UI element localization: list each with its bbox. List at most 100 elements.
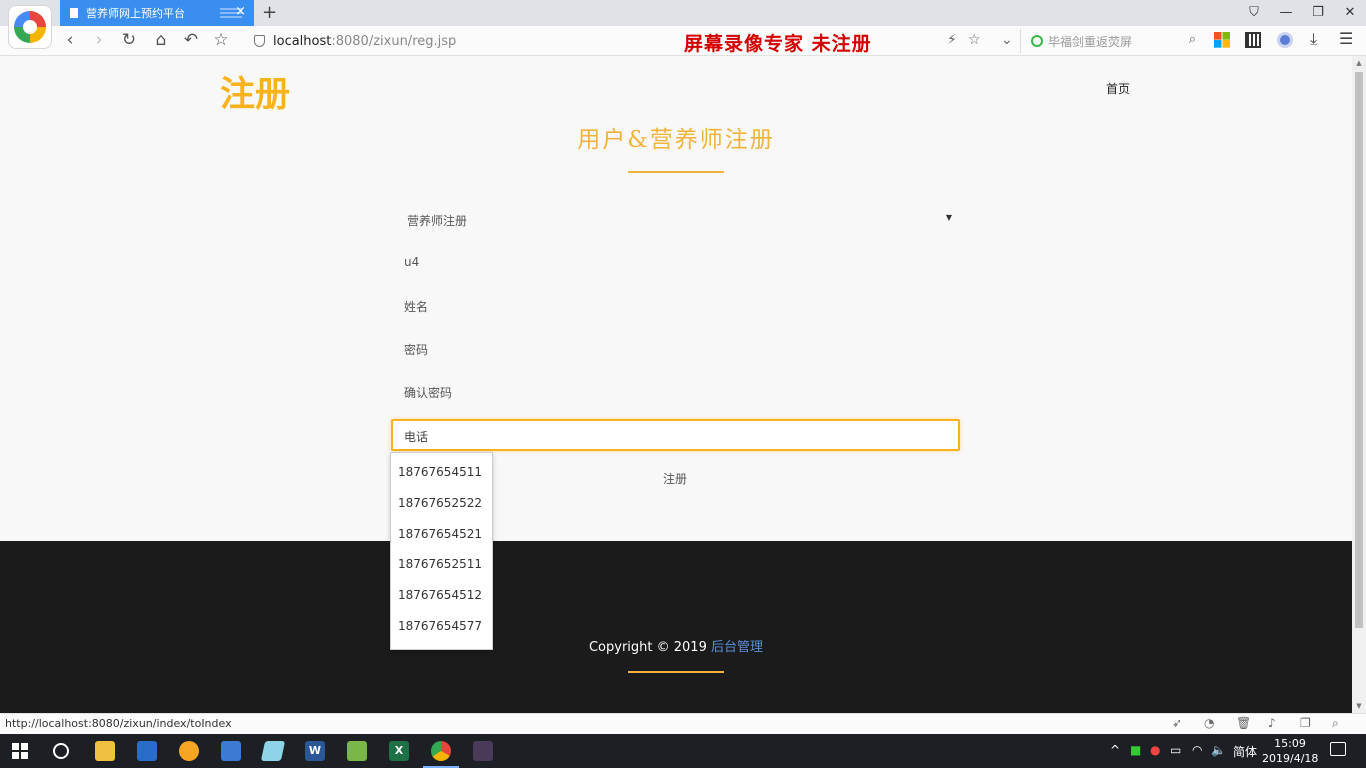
bookmark-star-icon[interactable]: ☆	[207, 30, 235, 50]
notification-icon[interactable]	[1330, 742, 1346, 756]
browser-taskbar-icon[interactable]	[423, 741, 459, 768]
name-placeholder: 姓名	[404, 300, 429, 314]
register-heading: 用户&营养师注册	[577, 127, 775, 153]
address-bar: ‹ › ↻ ⌂ ↶ ☆ localhost:8080/zixun/reg.jsp…	[0, 26, 1366, 56]
security-guard-icon[interactable]	[1277, 32, 1293, 48]
back-icon[interactable]: ‹	[56, 30, 84, 50]
username-field[interactable]: u4	[391, 247, 960, 279]
status-bar: http://localhost:8080/zixun/index/toInde…	[0, 713, 1366, 734]
search-engine-icon	[1031, 35, 1043, 47]
tray-recorder-icon[interactable]: ●	[1150, 743, 1160, 757]
tray-app-icon[interactable]: ■	[1130, 743, 1141, 757]
autocomplete-option[interactable]: 18767654512	[391, 580, 492, 611]
close-tab-icon[interactable]: ×	[235, 4, 246, 19]
copyright-text: Copyright © 2019 后台管理	[0, 636, 1352, 655]
window-icon[interactable]: ❐	[1300, 716, 1311, 730]
chevron-down-icon[interactable]: ⌄	[1001, 32, 1013, 48]
new-tab-icon[interactable]: +	[262, 2, 277, 23]
confirm-password-field[interactable]: 确认密码	[391, 376, 960, 408]
ime-indicator[interactable]: 简体	[1233, 743, 1257, 760]
autocomplete-option[interactable]: 18767654577	[391, 611, 492, 642]
phone-autocomplete-list: 18767654511 18767652522 18767654521 1876765…	[390, 452, 493, 650]
page-scrollbar[interactable]: ▲ ▼	[1352, 56, 1366, 713]
favorite-star-icon[interactable]: ☆	[968, 32, 981, 48]
security-shield-icon	[254, 35, 265, 47]
autocomplete-option[interactable]: 18767654521	[391, 519, 492, 550]
minimize-icon[interactable]: —	[1270, 0, 1302, 26]
scroll-up-icon[interactable]: ▲	[1355, 59, 1363, 67]
autocomplete-option[interactable]: 18767652522	[391, 488, 492, 519]
paw-app-icon[interactable]	[179, 741, 199, 761]
download-icon[interactable]: ⤓	[1310, 29, 1317, 49]
autocomplete-option[interactable]: 18767654511	[391, 457, 492, 488]
forward-icon[interactable]: ›	[85, 30, 113, 50]
recorder-watermark: 屏幕录像专家 未注册	[684, 33, 872, 55]
url-field[interactable]: localhost:8080/zixun/reg.jsp	[273, 34, 456, 49]
menu-icon[interactable]: ☰	[1339, 29, 1353, 48]
role-select[interactable]: 营养师注册 ▼	[391, 204, 960, 236]
close-window-icon[interactable]: ✕	[1334, 0, 1366, 26]
home-icon[interactable]: ⌂	[147, 30, 175, 50]
copyright-label: Copyright © 2019	[588, 640, 711, 655]
battery-icon[interactable]: ▭	[1170, 743, 1181, 757]
restore-icon[interactable]: ❐	[1302, 0, 1334, 26]
dropdown-caret-icon: ▼	[945, 213, 952, 222]
search-placeholder: 毕福剑重返荧屏	[1048, 35, 1133, 49]
tray-expand-icon[interactable]: ^	[1110, 743, 1120, 757]
status-url: http://localhost:8080/zixun/index/toInde…	[5, 717, 232, 730]
scroll-down-icon[interactable]: ▼	[1355, 702, 1363, 710]
excel-icon[interactable]: X	[389, 741, 409, 761]
lightning-icon[interactable]: ⚡	[947, 32, 957, 48]
volume-muted-icon[interactable]: 🔈	[1211, 743, 1226, 757]
search-box[interactable]: 毕福剑重返荧屏 ⌕	[1020, 29, 1200, 53]
password-field[interactable]: 密码	[391, 333, 960, 365]
phone-field[interactable]: 电话	[391, 419, 960, 451]
document-icon	[70, 8, 78, 18]
url-path: :8080/zixun/reg.jsp	[331, 34, 457, 49]
file-explorer-icon[interactable]	[95, 741, 115, 761]
scrollbar-thumb[interactable]	[1355, 72, 1363, 628]
home-link[interactable]: 首页	[1106, 80, 1130, 97]
qr-code-icon[interactable]	[1245, 32, 1261, 48]
screen-recorder-icon[interactable]	[473, 741, 493, 761]
start-icon[interactable]	[12, 743, 28, 759]
skin-icon[interactable]: ⛉	[1238, 0, 1270, 26]
site-title[interactable]: 注册	[220, 66, 290, 117]
clock-time: 15:09	[1274, 737, 1306, 750]
window-controls: ⛉ — ❐ ✕	[1238, 0, 1366, 26]
footer: Copyright © 2019 后台管理	[0, 541, 1352, 713]
speed-icon[interactable]: ◔	[1204, 716, 1214, 730]
tab-active[interactable]: 营养师网上预约平台 ×	[60, 0, 254, 26]
heading-divider	[628, 171, 724, 173]
trash-icon[interactable]: 🗑	[1236, 716, 1251, 730]
reload-icon[interactable]: ↻	[115, 30, 143, 50]
sound-icon[interactable]: ♪	[1268, 716, 1276, 730]
browser-logo[interactable]	[8, 5, 52, 49]
word-icon[interactable]: W	[305, 741, 325, 761]
phone-placeholder: 电话	[404, 430, 429, 444]
undo-icon[interactable]: ↶	[177, 30, 205, 50]
autocomplete-option[interactable]: 18767652511	[391, 549, 492, 580]
page-viewport: 注册 首页 用户&营养师注册 营养师注册 ▼ u4 姓名 密码 确认密码 电话 …	[0, 56, 1352, 713]
wifi-icon[interactable]: ◠	[1192, 743, 1202, 757]
register-button[interactable]: 注册	[600, 466, 750, 492]
eclipse-icon[interactable]	[137, 741, 157, 761]
windows-apps-icon[interactable]	[1214, 32, 1230, 48]
url-host: localhost	[273, 34, 332, 49]
app-grid-icon[interactable]	[221, 741, 241, 761]
role-select-value: 营养师注册	[407, 214, 468, 228]
name-field[interactable]: 姓名	[391, 290, 960, 322]
image-viewer-icon[interactable]	[347, 741, 367, 761]
notes-app-icon[interactable]	[260, 741, 286, 761]
admin-link[interactable]: 后台管理	[711, 640, 763, 655]
password-placeholder: 密码	[404, 343, 429, 357]
footer-divider	[628, 671, 724, 673]
browser-tab-bar: 营养师网上预约平台 × + ⛉ — ❐ ✕	[0, 0, 1366, 26]
confirm-password-placeholder: 确认密码	[404, 386, 453, 400]
rocket-icon[interactable]: ➶	[1172, 716, 1182, 730]
clock[interactable]: 15:09 2019/4/18	[1262, 736, 1318, 766]
cortana-icon[interactable]	[53, 743, 69, 759]
browser-logo-icon	[14, 11, 46, 43]
zoom-icon[interactable]: ⌕	[1332, 716, 1339, 731]
search-icon[interactable]: ⌕	[1189, 32, 1196, 47]
